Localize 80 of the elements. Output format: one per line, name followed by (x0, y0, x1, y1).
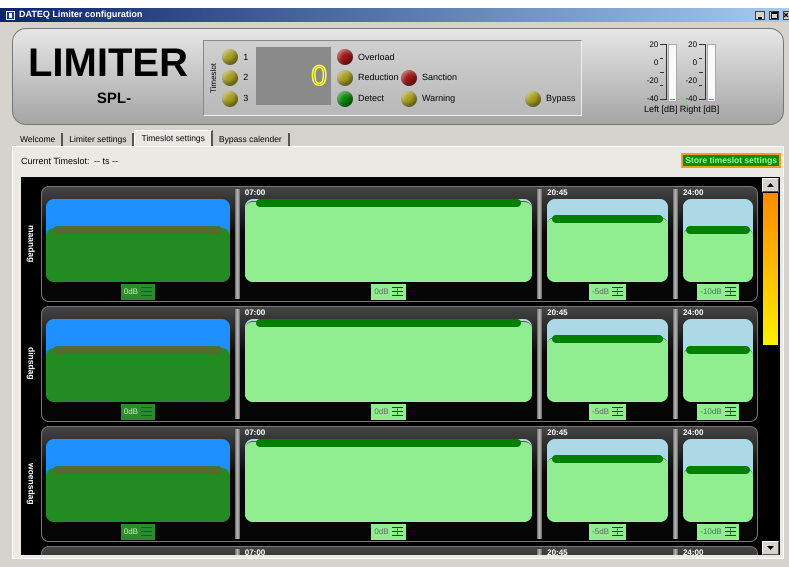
meter-scale (660, 44, 668, 100)
led-label: 2 (243, 71, 248, 84)
gain-spinner[interactable]: -5dB (589, 524, 626, 540)
gain-spinner[interactable]: 0dB (371, 404, 406, 420)
indicator-label: Bypass (546, 92, 576, 105)
slot-time: 24:00 (682, 426, 704, 438)
gain-spinner[interactable]: -5dB (589, 284, 626, 300)
meter-tick-label: 0 (652, 59, 658, 67)
scroll-thumb[interactable] (763, 192, 778, 344)
meter-label: Left [dB] (644, 103, 678, 116)
slot-time: 24:00 (682, 546, 704, 554)
led-label: 1 (243, 50, 248, 64)
gain-spinner[interactable]: -10dB (697, 404, 739, 420)
tab[interactable]: Timeslot settings (134, 130, 213, 146)
gain-spinner[interactable]: 0dB (371, 524, 406, 540)
indicator-label: Sanction (422, 70, 458, 84)
indicator-label: Overload (358, 50, 395, 64)
model-name: SPL- (96, 88, 132, 108)
scroll-up-button[interactable] (762, 178, 779, 192)
indicator-label: Warning (422, 92, 456, 105)
meter-label: Right [dB] (680, 103, 720, 116)
level-handle[interactable] (53, 466, 222, 474)
slot-time: 07:00 (244, 546, 266, 554)
slot-time: 20:45 (547, 546, 569, 554)
day-name: dinsdag (25, 347, 38, 380)
app-icon (6, 10, 15, 20)
current-timeslot-value: -- ts -- (94, 155, 118, 168)
store-button[interactable]: Store timeslot settings (681, 153, 781, 168)
gain-spinner[interactable]: 0dB (120, 284, 155, 300)
meter-tick-label: -40 (684, 95, 698, 103)
slot-time: 20:45 (547, 186, 569, 198)
window-title: DATEQ Limiter configuration (19, 8, 142, 22)
up-arrow-icon (767, 182, 774, 186)
gain-spinner[interactable]: 0dB (120, 404, 155, 420)
maximize-icon (770, 12, 778, 18)
level-handle[interactable] (552, 334, 664, 343)
current-timeslot-label: Current Timeslot: (21, 155, 90, 168)
slot-time: 07:00 (244, 426, 266, 438)
meter-tick-label: 20 (687, 41, 698, 49)
led-label: 3 (243, 92, 248, 105)
scroll-down-button[interactable] (762, 540, 779, 554)
limiter-logo: LIMITER (28, 43, 188, 83)
level-handle[interactable] (552, 214, 664, 223)
close-button[interactable] (783, 10, 789, 20)
level-handle[interactable] (256, 319, 521, 327)
meter-tick-label: -20 (646, 77, 658, 85)
indicator-label: Detect (358, 92, 384, 105)
slot-time: 20:45 (547, 426, 569, 438)
slot-time: 07:00 (244, 306, 266, 318)
day-name: maandag (25, 224, 38, 262)
level-handle[interactable] (256, 199, 521, 207)
level-handle[interactable] (53, 346, 222, 354)
down-arrow-icon (767, 546, 774, 550)
close-icon (784, 12, 789, 18)
gain-spinner[interactable]: 0dB (120, 524, 155, 540)
level-handle[interactable] (686, 466, 750, 474)
indicator-label: Reduction (358, 71, 399, 84)
slot-time: 07:00 (244, 186, 266, 198)
meter-tick-label: 0 (692, 59, 698, 67)
minimize-button[interactable] (755, 10, 765, 20)
day-name: woensdag (25, 462, 38, 504)
slot-time: 24:00 (682, 186, 704, 198)
gain-spinner[interactable]: -5dB (589, 404, 626, 420)
meter-tick-label: -40 (646, 95, 658, 103)
gain-spinner[interactable]: -10dB (697, 524, 739, 540)
maximize-button[interactable] (769, 10, 779, 20)
level-handle[interactable] (686, 226, 750, 234)
slot-time: 24:00 (682, 306, 704, 318)
gain-spinner[interactable]: -10dB (697, 284, 739, 300)
display-digit: 0 (311, 62, 327, 90)
level-handle[interactable] (552, 454, 664, 463)
gain-spinner[interactable]: 0dB (371, 284, 406, 300)
level-handle[interactable] (686, 346, 750, 354)
meter-scale (699, 44, 706, 100)
meter-tick-label: 20 (648, 41, 658, 49)
timeslot-label: Timeslot (208, 63, 219, 93)
slot-time: 20:45 (547, 306, 569, 318)
meter-tick-label: -20 (684, 77, 698, 85)
level-handle[interactable] (256, 439, 521, 447)
level-handle[interactable] (53, 226, 222, 234)
